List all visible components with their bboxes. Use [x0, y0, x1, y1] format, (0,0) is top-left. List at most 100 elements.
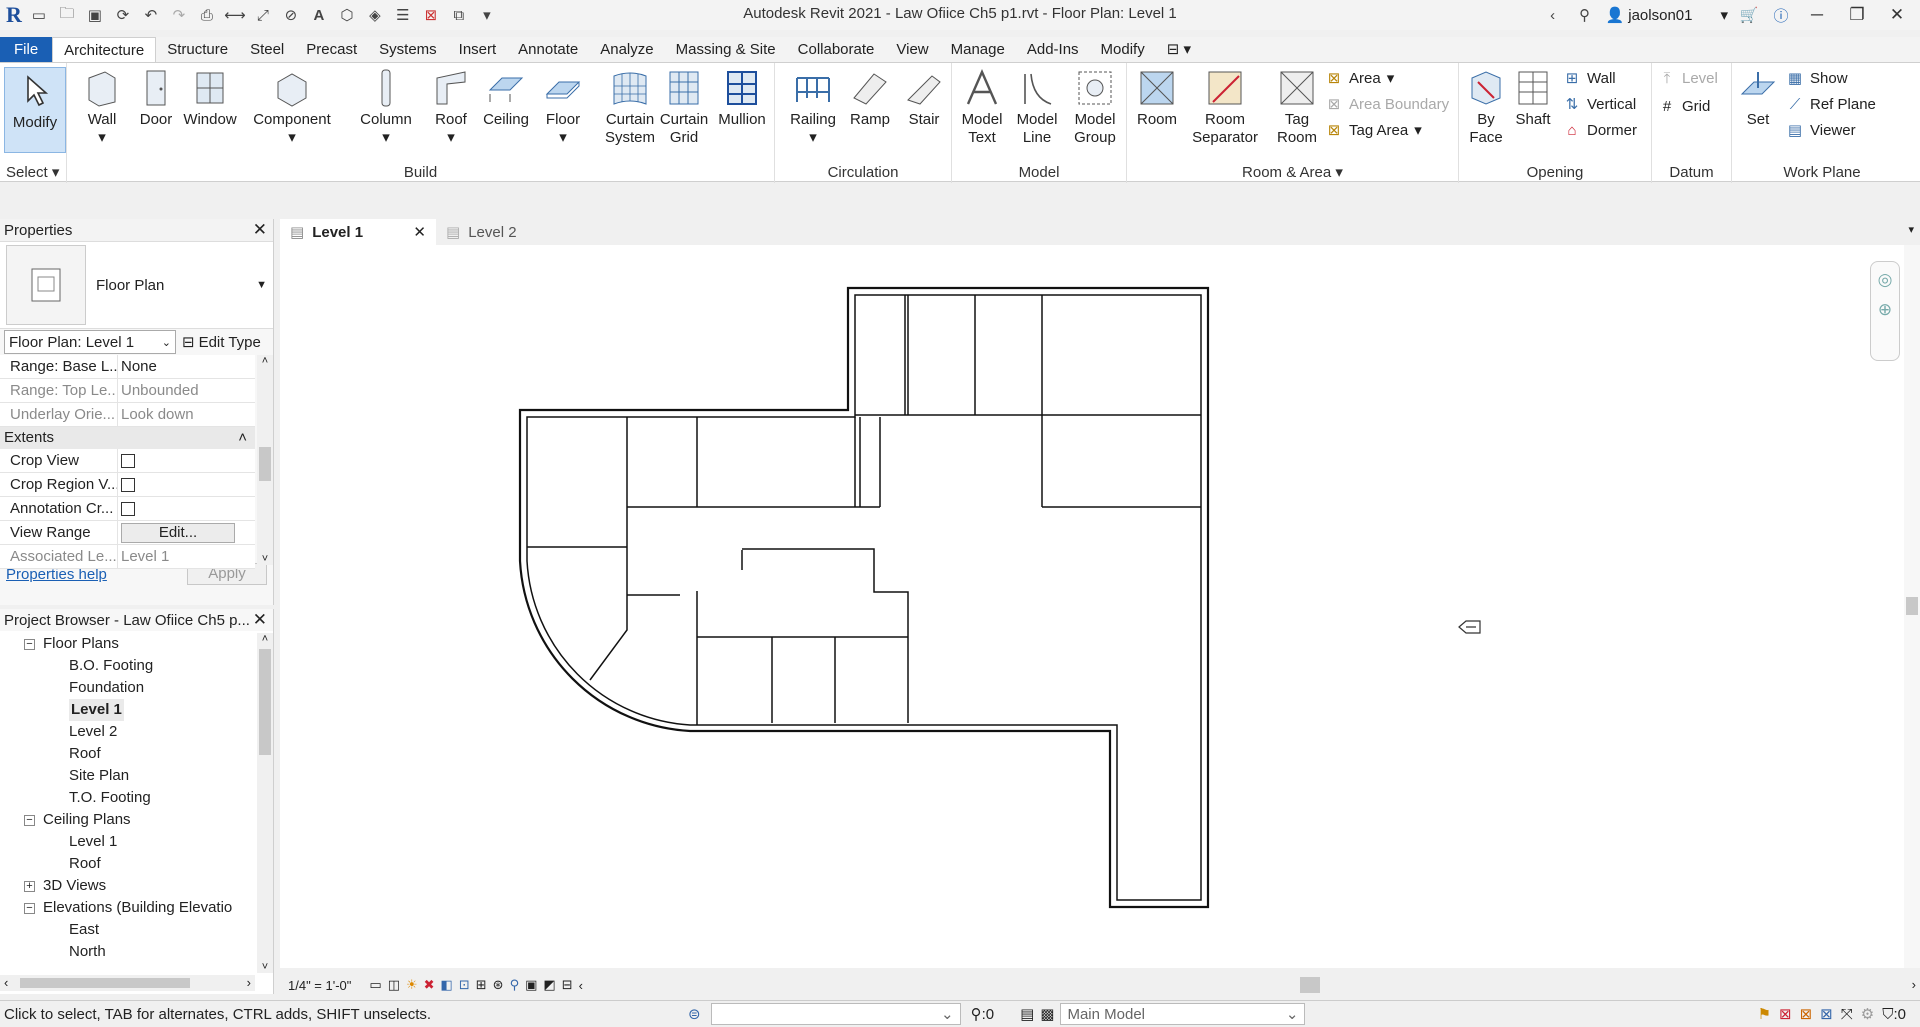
browser-node[interactable]: − Elevations (Building Elevatio [0, 897, 255, 919]
level-button[interactable]: ⤒ Level [1658, 65, 1718, 91]
tab-collaborate[interactable]: Collaborate [787, 37, 886, 62]
worksets-icon[interactable]: ⊜ [688, 1005, 701, 1023]
main-model-icon[interactable]: ▩ [1040, 1005, 1054, 1023]
print-icon[interactable]: ⎙ [196, 4, 218, 26]
close-icon[interactable]: ✕ [413, 223, 426, 241]
reveal-hidden-icon[interactable]: ⚲ [510, 977, 520, 993]
scroll-thumb[interactable] [20, 978, 190, 988]
tab-overflow-icon[interactable]: ▾ [1908, 223, 1914, 236]
temp-hide-icon[interactable]: ⊛ [493, 977, 504, 993]
select-pinned-icon[interactable]: ⊠ [1800, 1005, 1813, 1023]
browser-node[interactable]: East [0, 919, 255, 941]
drawing-canvas[interactable]: ◎ ⊕ [280, 245, 1920, 968]
browser-node[interactable]: South [0, 963, 255, 966]
browser-node[interactable]: Foundation [0, 677, 255, 699]
range-base-row[interactable]: Range: Base L... None [0, 355, 255, 379]
tab-precast[interactable]: Precast [295, 37, 368, 62]
browser-node[interactable]: B.O. Footing [0, 655, 255, 677]
text-icon[interactable]: A [308, 4, 330, 26]
tag-room-button[interactable]: Tag Room [1269, 67, 1325, 147]
scroll-up-icon[interactable]: ˄ [257, 355, 273, 367]
view-scale[interactable]: 1/4" = 1'-0" [288, 978, 351, 993]
room-separator-button[interactable]: Room Separator [1187, 67, 1263, 147]
set-button[interactable]: Set [1734, 67, 1782, 129]
tab-insert[interactable]: Insert [448, 37, 508, 62]
undo-icon[interactable]: ↶ [140, 4, 162, 26]
shaft-button[interactable]: Shaft [1511, 67, 1555, 129]
mullion-button[interactable]: Mullion [713, 67, 771, 129]
properties-scrollbar[interactable]: ˄ ˅ [257, 355, 273, 565]
open-folder-icon[interactable]: 🗀 [56, 4, 78, 26]
tab-annotate[interactable]: Annotate [507, 37, 589, 62]
ref-plane-button[interactable]: ⟋ Ref Plane [1786, 91, 1876, 117]
type-selector[interactable]: Floor Plan ▼ [0, 241, 273, 329]
curtain-grid-button[interactable]: Curtain Grid [659, 67, 709, 147]
scroll-right-icon[interactable]: › [1912, 977, 1916, 992]
select-underlay-icon[interactable]: ⊠ [1779, 1005, 1792, 1023]
expand-icon[interactable]: + [24, 880, 35, 892]
view-range-edit-button[interactable]: Edit... [121, 523, 235, 543]
design-option-selector[interactable]: Main Model ⌄ [1060, 1003, 1306, 1025]
range-top-row[interactable]: Range: Top Le... Unbounded [0, 379, 255, 403]
user-account[interactable]: 👤 jaolson01 ▾ [1606, 6, 1728, 25]
window-button[interactable]: Window [181, 67, 239, 129]
browser-node[interactable]: Level 1 [0, 831, 255, 853]
door-button[interactable]: Door [135, 67, 177, 129]
wall-opening-button[interactable]: ⊞ Wall [1563, 65, 1616, 91]
annotation-crop-row[interactable]: Annotation Cr... [0, 497, 255, 521]
3d-view-icon[interactable]: ⬡ [336, 4, 358, 26]
drag-elements-icon[interactable]: ⤧ [1841, 1006, 1853, 1023]
annotation-crop-checkbox[interactable] [121, 502, 135, 516]
browser-node[interactable]: Site Plan [0, 765, 255, 787]
navigation-bar[interactable]: ◎ ⊕ [1870, 261, 1900, 361]
prop-value[interactable]: None [118, 355, 255, 378]
workset-selector[interactable]: ⌄ [710, 1003, 961, 1025]
grid-button[interactable]: # Grid [1658, 93, 1711, 119]
area-button[interactable]: ⊠ Area ▾ [1325, 65, 1395, 91]
tab-steel[interactable]: Steel [239, 37, 295, 62]
tab-systems[interactable]: Systems [368, 37, 448, 62]
zoom-icon[interactable]: ⊕ [1871, 300, 1899, 320]
tab-file[interactable]: File [0, 37, 53, 62]
contextual-tab-dropdown-icon[interactable]: ⊟ ▾ [1156, 37, 1202, 62]
stair-button[interactable]: Stair [899, 67, 949, 129]
sync-icon[interactable]: ⟳ [112, 4, 134, 26]
view-tab-level-2[interactable]: ▤ Level 2 [436, 219, 527, 245]
tab-modify[interactable]: Modify [1090, 37, 1156, 62]
instance-selector[interactable]: Floor Plan: Level 1 ⌄ [4, 330, 176, 354]
extents-group-header[interactable]: Extents ˄ [0, 427, 255, 449]
railing-button[interactable]: Railing ▾ [785, 67, 841, 147]
close-icon[interactable]: ✕ [253, 610, 267, 630]
steering-wheel-icon[interactable]: ◎ [1871, 270, 1899, 290]
browser-node[interactable]: Level 1 [0, 699, 255, 721]
dimension-icon[interactable]: ⤢ [252, 4, 274, 26]
browser-node[interactable]: Roof [0, 853, 255, 875]
tag-icon[interactable]: ⊘ [280, 4, 302, 26]
highlight-displacement-icon[interactable]: ⊟ [562, 977, 573, 993]
tab-manage[interactable]: Manage [940, 37, 1016, 62]
ramp-button[interactable]: Ramp [845, 67, 895, 129]
browser-node[interactable]: − Floor Plans [0, 633, 255, 655]
canvas-vscrollbar[interactable] [1904, 245, 1920, 968]
roof-button[interactable]: Roof ▾ [429, 67, 473, 147]
browser-vscrollbar[interactable]: ˄ ˅ [257, 633, 273, 973]
tag-area-button[interactable]: ⊠ Tag Area ▾ [1325, 117, 1422, 143]
switch-windows-icon[interactable]: ⧉ [448, 4, 470, 26]
minimize-button[interactable]: ─ [1802, 5, 1832, 25]
curtain-system-button[interactable]: Curtain System [603, 67, 657, 147]
crop-view-icon[interactable]: ⊡ [459, 977, 470, 993]
close-hidden-icon[interactable]: ⊠ [420, 4, 442, 26]
room-area-panel-label[interactable]: Room & Area ▾ [1127, 163, 1458, 181]
select-dropdown[interactable]: Select ▾ [0, 163, 66, 181]
shadows-icon[interactable]: ✖ [424, 977, 435, 993]
close-icon[interactable]: ✕ [253, 220, 267, 240]
collapse-icon[interactable]: − [24, 902, 35, 914]
redo-icon[interactable]: ↷ [168, 4, 190, 26]
section-icon[interactable]: ◈ [364, 4, 386, 26]
scroll-right-icon[interactable]: › [247, 975, 251, 990]
crop-region-visible-row[interactable]: Crop Region V... [0, 473, 255, 497]
editable-only-icon[interactable]: ▤ [1020, 1005, 1034, 1023]
browser-node[interactable]: − Ceiling Plans [0, 809, 255, 831]
edit-type-button[interactable]: ⊟ Edit Type [182, 333, 261, 352]
canvas-hscrollbar[interactable]: › [800, 977, 1920, 993]
